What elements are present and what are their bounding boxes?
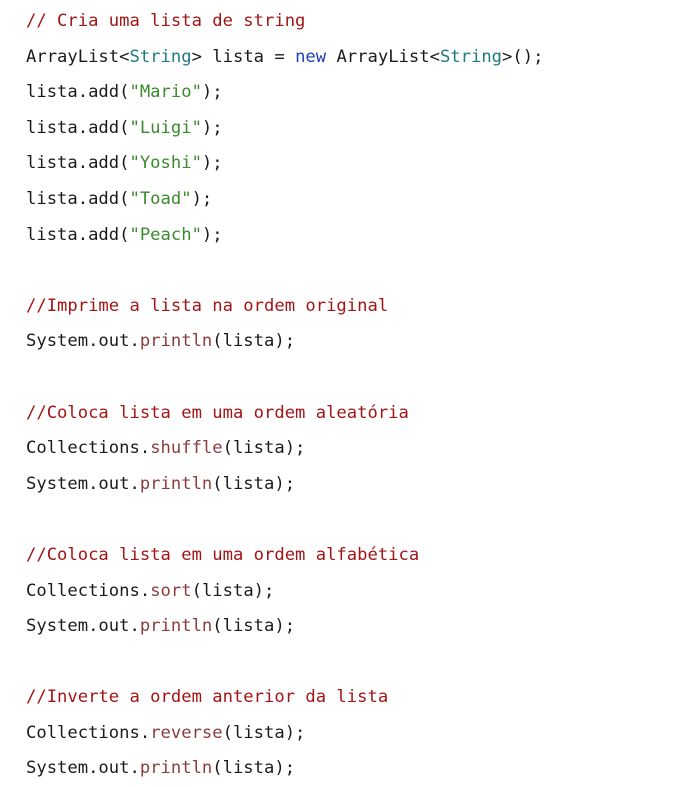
code-line: //Inverte a ordem anterior da lista bbox=[26, 680, 695, 716]
code-token-string: "Yoshi" bbox=[129, 153, 202, 174]
code-line: Collections.reverse(lista); bbox=[26, 716, 695, 752]
code-token-method: shuffle bbox=[150, 438, 223, 459]
code-token-plain: (lista); bbox=[212, 616, 296, 637]
code-token-plain: lista.add( bbox=[26, 188, 130, 209]
code-line: lista.add("Toad"); bbox=[26, 182, 695, 218]
code-token-plain: ); bbox=[201, 117, 223, 138]
code-line: lista.add("Yoshi"); bbox=[26, 146, 695, 182]
code-token-plain: ); bbox=[201, 224, 223, 245]
code-line: //Imprime a lista na ordem original bbox=[26, 289, 695, 325]
code-token-string: "Mario" bbox=[129, 82, 202, 103]
code-token-method: sort bbox=[150, 580, 192, 601]
code-token-plain: ArrayList< bbox=[326, 46, 440, 67]
code-token-type: String bbox=[129, 46, 192, 67]
code-token-plain: lista.add( bbox=[26, 117, 130, 138]
code-token-comment: //Imprime a lista na ordem original bbox=[26, 295, 389, 316]
code-token-plain: System.out. bbox=[26, 616, 140, 637]
code-token-comment: //Coloca lista em uma ordem alfabética bbox=[26, 544, 420, 565]
code-token-plain: ); bbox=[201, 82, 223, 103]
code-token-string: "Toad" bbox=[129, 188, 192, 209]
code-token-string: "Luigi" bbox=[129, 117, 202, 138]
code-token-plain: (lista); bbox=[212, 758, 296, 779]
code-token-plain: lista.add( bbox=[26, 224, 130, 245]
code-token-plain: ); bbox=[201, 153, 223, 174]
code-line: lista.add("Luigi"); bbox=[26, 111, 695, 147]
code-line: System.out.println(lista); bbox=[26, 324, 695, 360]
code-token-plain: (lista); bbox=[212, 331, 296, 352]
code-token-method: println bbox=[139, 473, 213, 494]
code-token-comment: //Inverte a ordem anterior da lista bbox=[26, 687, 389, 708]
code-token-plain: lista.add( bbox=[26, 82, 130, 103]
code-token-plain: (lista); bbox=[212, 473, 296, 494]
code-line: System.out.println(lista); bbox=[26, 467, 695, 503]
code-token-plain: >(); bbox=[502, 46, 544, 67]
code-line: lista.add("Mario"); bbox=[26, 75, 695, 111]
code-token-method: println bbox=[139, 758, 213, 779]
code-token-plain: > lista = bbox=[191, 46, 296, 67]
code-line: //Coloca lista em uma ordem aleatória bbox=[26, 396, 695, 432]
code-line: // Cria uma lista de string bbox=[26, 4, 695, 40]
code-line: System.out.println(lista); bbox=[26, 751, 695, 787]
code-block: // Cria uma lista de string ArrayList<Str… bbox=[0, 0, 695, 787]
code-token-plain: Collections. bbox=[26, 722, 151, 743]
code-token-method: println bbox=[139, 616, 213, 637]
code-line: Collections.sort(lista); bbox=[26, 574, 695, 610]
code-token-plain: System.out. bbox=[26, 758, 140, 779]
code-token-plain: (lista); bbox=[191, 580, 275, 601]
code-token-plain: (lista); bbox=[222, 438, 306, 459]
code-token-method: println bbox=[139, 331, 213, 352]
code-token-keyword: new bbox=[295, 46, 327, 67]
code-token-plain: (lista); bbox=[222, 722, 306, 743]
code-token-comment: // Cria uma lista de string bbox=[26, 11, 306, 31]
code-token-plain: ); bbox=[191, 188, 213, 209]
code-token-plain: Collections. bbox=[26, 580, 151, 601]
code-token-comment: //Coloca lista em uma ordem aleatória bbox=[26, 402, 409, 423]
code-line: System.out.println(lista); bbox=[26, 609, 695, 645]
code-token-type: String bbox=[439, 46, 503, 67]
code-token-plain: Collections. bbox=[26, 438, 151, 459]
code-line: lista.add("Peach"); bbox=[26, 218, 695, 254]
code-token-method: reverse bbox=[150, 722, 223, 743]
code-token-plain: System.out. bbox=[26, 331, 140, 352]
code-line: //Coloca lista em uma ordem alfabética bbox=[26, 538, 695, 574]
code-line: Collections.shuffle(lista); bbox=[26, 431, 695, 467]
code-token-plain: lista.add( bbox=[26, 153, 130, 174]
code-token-plain: ArrayList< bbox=[26, 46, 130, 67]
code-token-plain: System.out. bbox=[26, 473, 140, 494]
code-token-string: "Peach" bbox=[129, 224, 202, 245]
code-line: ArrayList<String> lista = new ArrayList<… bbox=[26, 40, 695, 76]
